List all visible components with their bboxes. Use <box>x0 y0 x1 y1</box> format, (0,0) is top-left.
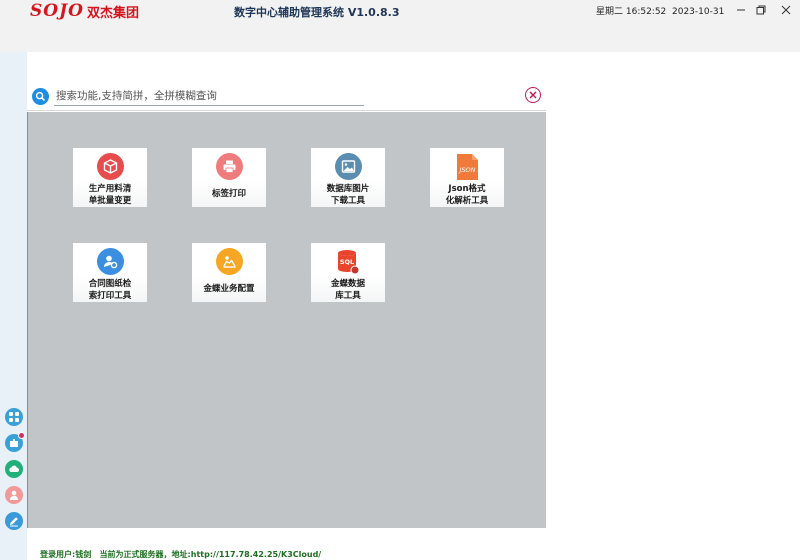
logo-text-cn: 双杰集团 <box>86 5 139 21</box>
apps-grid-icon <box>9 412 19 422</box>
logo-text-en: SOJO <box>30 1 84 21</box>
magnifier-icon <box>35 91 46 102</box>
person-icon <box>9 490 19 500</box>
function-search-bar <box>27 82 546 111</box>
edit-button[interactable] <box>5 512 23 530</box>
title-bar: SOJO 双杰集团 数字中心辅助管理系统 V1.0.8.3 星期二 16:52:… <box>0 0 800 52</box>
tile-label: Json格式 化解析工具 <box>445 184 489 206</box>
maximize-icon <box>756 5 766 15</box>
maximize-button[interactable] <box>750 1 772 19</box>
svg-text:JSON: JSON <box>457 166 475 174</box>
cloud-icon <box>9 465 20 472</box>
json-file-icon: JSON <box>454 153 481 180</box>
tile-json-parser[interactable]: JSON Json格式 化解析工具 <box>430 148 504 207</box>
puzzle-button[interactable] <box>5 432 25 452</box>
company-logo: SOJO 双杰集团 <box>30 0 139 22</box>
config-icon <box>215 248 243 275</box>
close-circle-icon <box>529 91 537 99</box>
tile-contract-drawing-print[interactable]: 合同图纸检 索打印工具 <box>73 243 147 302</box>
tile-kingdee-db-tool[interactable]: SQL 金蝶数据 库工具 <box>311 243 385 302</box>
tile-label-print[interactable]: 标签打印 <box>192 148 266 207</box>
tile-label: 标签打印 <box>211 189 246 199</box>
image-icon <box>334 153 362 180</box>
clear-search-button[interactable] <box>525 87 541 103</box>
tile-label: 金蝶数据 库工具 <box>330 279 365 301</box>
cloud-button[interactable] <box>5 460 23 478</box>
sql-database-icon: SQL <box>335 248 362 275</box>
puzzle-icon <box>10 438 18 447</box>
person-button[interactable] <box>5 486 23 504</box>
tile-kingdee-business-config[interactable]: 金蝶业务配置 <box>192 243 266 302</box>
tile-label: 金蝶业务配置 <box>203 284 255 294</box>
tile-material-batch-change[interactable]: 生产用料清 单批量变更 <box>73 148 147 207</box>
datetime-display: 星期二 16:52:52 2023-10-31 <box>596 7 725 17</box>
app-title: 数字中心辅助管理系统 V1.0.8.3 <box>234 6 400 19</box>
user-search-icon <box>96 248 124 275</box>
tile-label: 合同图纸检 索打印工具 <box>88 279 132 301</box>
tile-label: 数据库图片 下载工具 <box>326 184 370 206</box>
close-icon <box>781 5 791 15</box>
minimize-icon <box>737 9 745 11</box>
edit-icon <box>10 517 18 527</box>
minimize-button[interactable] <box>730 1 752 19</box>
printer-icon <box>215 153 243 180</box>
search-input[interactable] <box>54 86 364 106</box>
tile-label: 生产用料清 单批量变更 <box>88 184 132 206</box>
notification-dot <box>18 432 25 439</box>
box-icon <box>96 153 124 180</box>
close-button[interactable] <box>775 1 797 19</box>
search-icon[interactable] <box>32 88 49 105</box>
apps-grid-button[interactable] <box>5 408 23 426</box>
svg-text:SQL: SQL <box>340 258 354 266</box>
left-toolbar <box>0 52 27 560</box>
status-bar-text: 登录用户:钱剑 当前为正式服务器，地址:http://117.78.42.25/… <box>40 550 322 559</box>
function-grid: 生产用料清 单批量变更 标签打印 数据库图片 下载工具 JSON Json格式 … <box>27 112 546 528</box>
tile-db-image-download[interactable]: 数据库图片 下载工具 <box>311 148 385 207</box>
